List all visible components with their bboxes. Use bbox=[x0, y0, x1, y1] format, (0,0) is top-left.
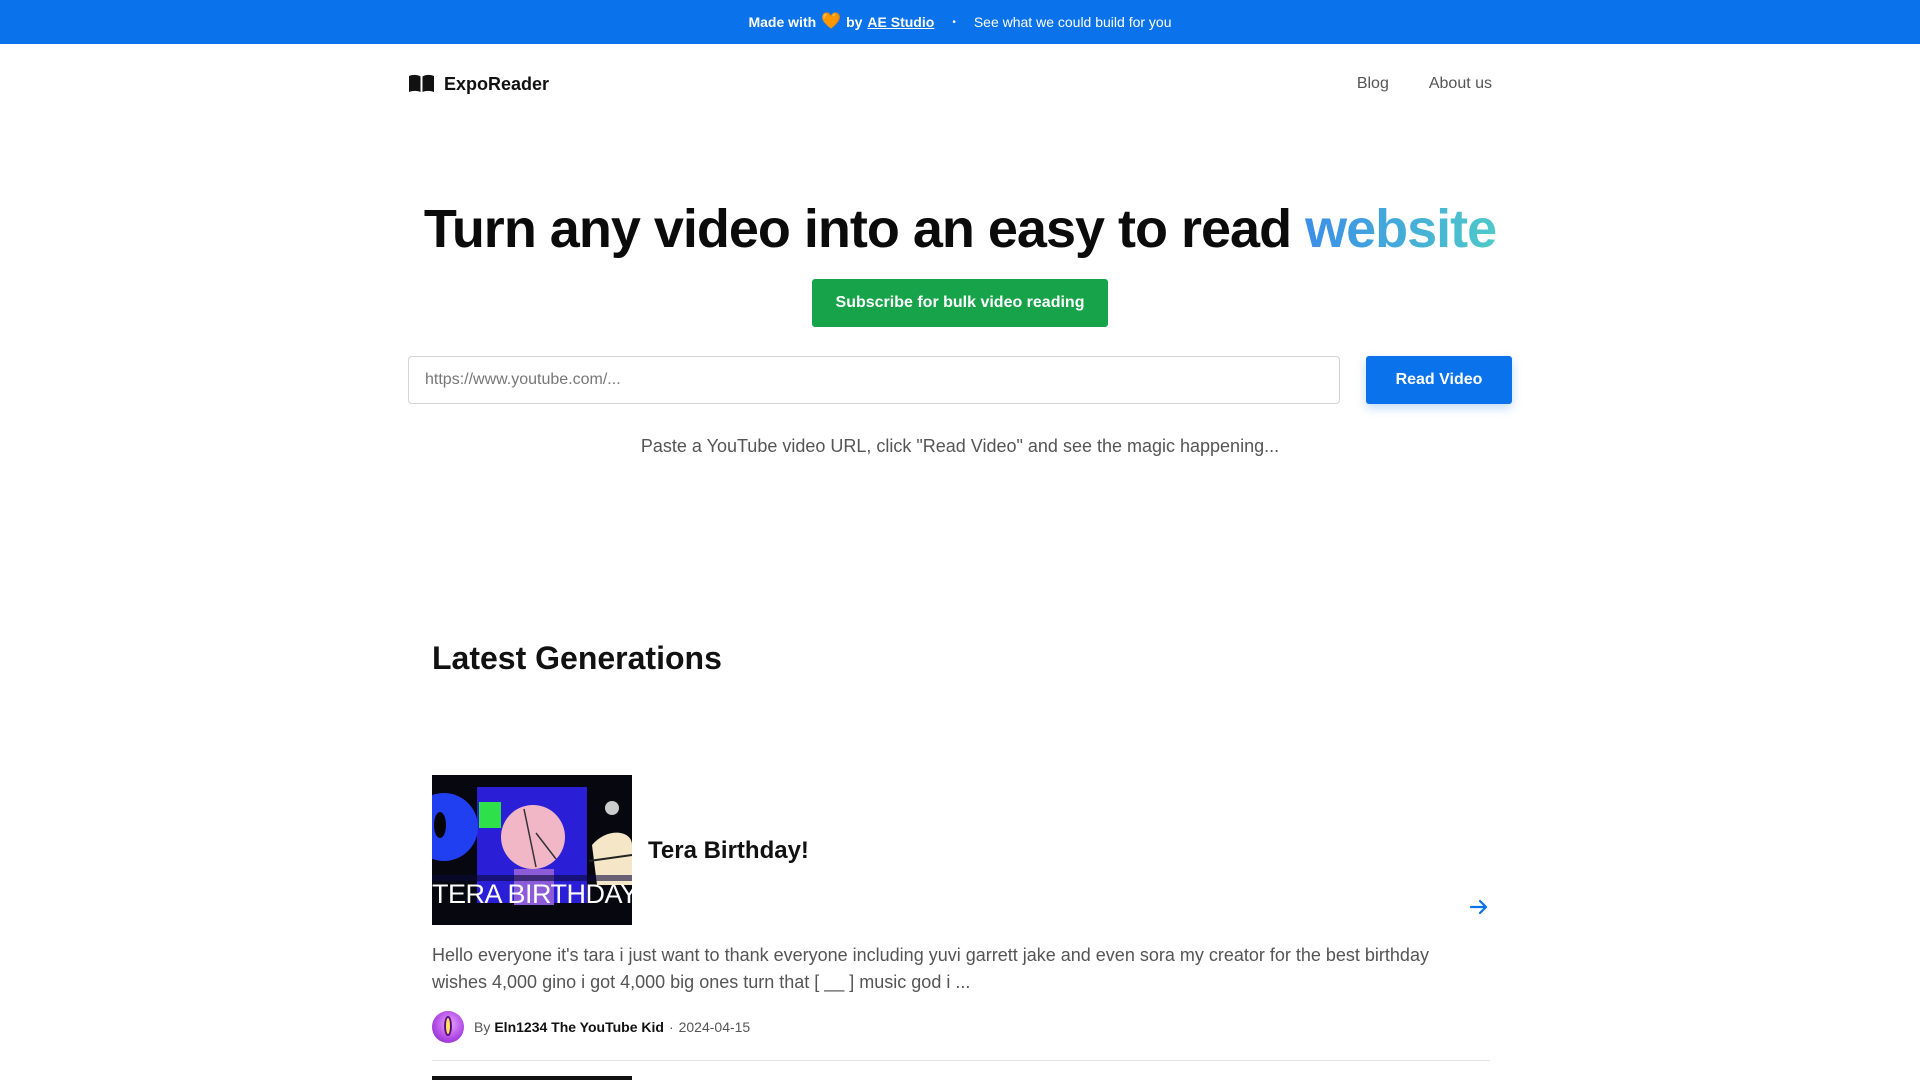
meta-separator: · bbox=[668, 1019, 674, 1035]
arrow-right-icon[interactable] bbox=[1468, 896, 1490, 918]
generation-card[interactable]: TERA BIRTHDAY! Tera Birthday! Hello ever… bbox=[432, 775, 1490, 1061]
navbar: ExpoReader Blog About us bbox=[408, 68, 1492, 100]
author-avatar bbox=[432, 1011, 464, 1043]
hero-title: Turn any video into an easy to read webs… bbox=[0, 198, 1920, 260]
card-description: Hello everyone it's tara i just want to … bbox=[432, 945, 1429, 992]
card-title[interactable]: Tera Birthday! bbox=[648, 837, 809, 865]
top-banner: Made with 🧡 by AE Studio • See what we c… bbox=[0, 0, 1920, 44]
brand-name: ExpoReader bbox=[444, 73, 550, 94]
nav-link-blog[interactable]: Blog bbox=[1357, 75, 1389, 93]
thumbnail-caption: TERA BIRTHDAY! bbox=[432, 879, 632, 909]
card-meta: By Eln1234 The YouTube Kid · 2024-04-15 bbox=[432, 1011, 750, 1043]
hero-title-main: Turn any video into an easy to read bbox=[423, 199, 1292, 259]
made-with-text: Made with 🧡 by AE Studio bbox=[748, 13, 934, 31]
video-url-input[interactable] bbox=[408, 356, 1340, 404]
video-thumbnail[interactable]: TERA BIRTHDAY! bbox=[432, 775, 632, 925]
publish-date: 2024-04-15 bbox=[678, 1019, 751, 1035]
brand-logo-link[interactable]: ExpoReader bbox=[408, 74, 549, 95]
hero-title-accent: website bbox=[1305, 199, 1497, 259]
next-card-thumbnail-edge[interactable] bbox=[432, 1076, 632, 1080]
made-with-label: Made with bbox=[748, 14, 817, 30]
subscribe-button[interactable]: Subscribe for bulk video reading bbox=[812, 279, 1108, 327]
heart-icon: 🧡 bbox=[821, 13, 842, 30]
by-label: By bbox=[474, 1019, 491, 1035]
author-name[interactable]: Eln1234 The YouTube Kid bbox=[494, 1019, 664, 1035]
nav-links: Blog About us bbox=[1357, 75, 1492, 93]
latest-generations-heading: Latest Generations bbox=[432, 640, 722, 676]
read-video-button[interactable]: Read Video bbox=[1366, 356, 1512, 404]
by-label: by bbox=[846, 14, 863, 30]
usage-hint: Paste a YouTube video URL, click "Read V… bbox=[640, 436, 1280, 456]
ae-studio-link[interactable]: AE Studio bbox=[867, 14, 934, 30]
banner-cta-link[interactable]: See what we could build for you bbox=[974, 14, 1172, 30]
banner-separator: • bbox=[952, 16, 956, 28]
nav-link-about-us[interactable]: About us bbox=[1429, 75, 1492, 93]
open-book-icon bbox=[408, 74, 435, 94]
